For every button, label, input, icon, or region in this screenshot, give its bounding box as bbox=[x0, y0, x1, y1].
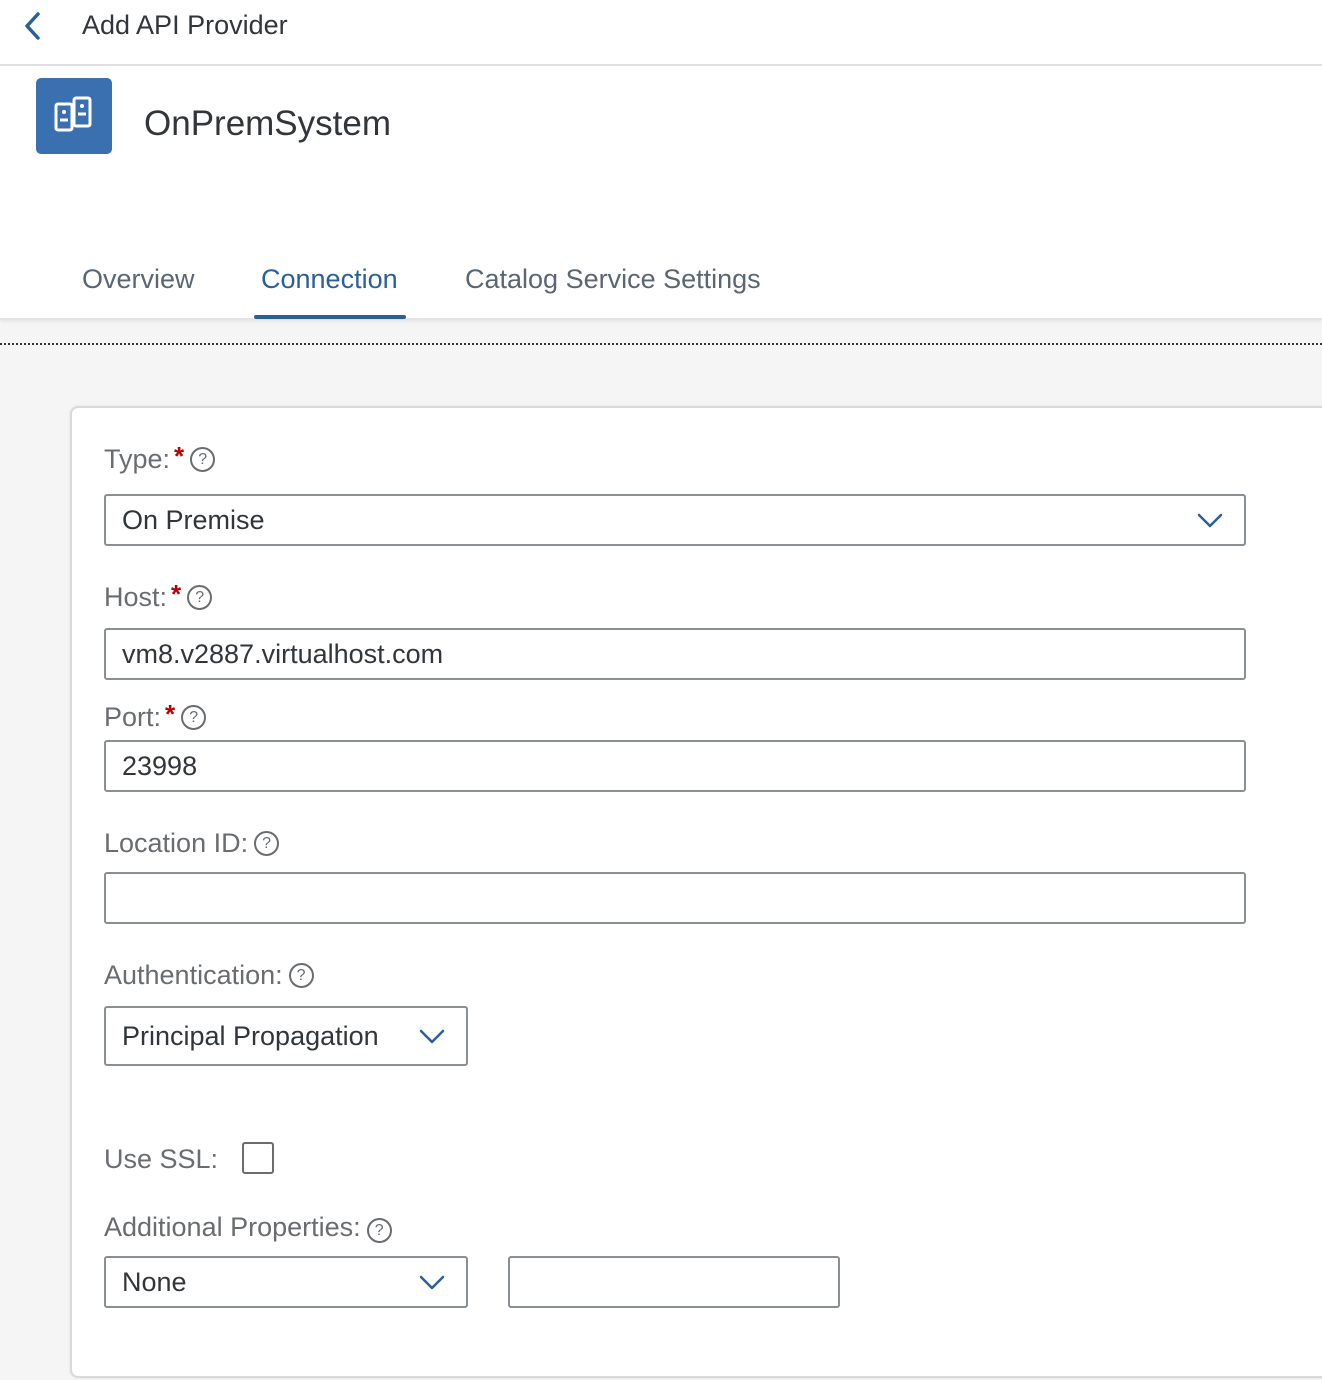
tab-connection[interactable]: Connection bbox=[261, 264, 398, 295]
tab-bar: Overview Connection Catalog Service Sett… bbox=[0, 250, 1322, 320]
authentication-label-text: Authentication: bbox=[104, 960, 283, 990]
chevron-left-icon bbox=[25, 12, 40, 40]
additional-properties-label: Additional Properties: ? bbox=[104, 1212, 392, 1243]
object-header: OnPremSystem Overview Connection Catalog… bbox=[0, 66, 1322, 320]
type-select-value: On Premise bbox=[122, 504, 265, 535]
authentication-label: Authentication: ? bbox=[104, 960, 314, 991]
type-label: Type: * ? bbox=[104, 441, 216, 475]
use-ssl-checkbox[interactable] bbox=[242, 1142, 274, 1174]
use-ssl-label: Use SSL: bbox=[104, 1144, 218, 1175]
port-label-text: Port: bbox=[104, 702, 162, 732]
help-icon[interactable]: ? bbox=[187, 585, 213, 610]
additional-properties-select-value: None bbox=[122, 1266, 187, 1297]
tab-catalog-service-settings[interactable]: Catalog Service Settings bbox=[465, 264, 761, 295]
active-tab-indicator bbox=[254, 315, 406, 319]
help-icon[interactable]: ? bbox=[288, 963, 314, 988]
help-icon[interactable]: ? bbox=[190, 447, 216, 472]
required-marker: * bbox=[174, 441, 185, 471]
type-select[interactable]: On Premise bbox=[104, 494, 1246, 546]
required-marker: * bbox=[165, 699, 176, 729]
help-icon[interactable]: ? bbox=[254, 831, 280, 856]
authentication-select-value: Principal Propagation bbox=[122, 1020, 379, 1051]
location-id-label-text: Location ID: bbox=[104, 828, 249, 858]
port-label: Port: * ? bbox=[104, 699, 207, 733]
host-input[interactable]: vm8.v2887.virtualhost.com bbox=[104, 628, 1246, 680]
help-icon[interactable]: ? bbox=[181, 705, 207, 730]
port-input-value: 23998 bbox=[122, 750, 198, 781]
top-bar: Add API Provider bbox=[0, 0, 1322, 66]
page-title: Add API Provider bbox=[82, 10, 288, 40]
section-divider bbox=[0, 343, 1322, 345]
location-id-input[interactable] bbox=[104, 872, 1246, 924]
additional-properties-value-input[interactable] bbox=[508, 1256, 840, 1308]
use-ssl-label-text: Use SSL: bbox=[104, 1144, 219, 1174]
port-input[interactable]: 23998 bbox=[104, 740, 1246, 792]
type-label-text: Type: bbox=[104, 444, 171, 474]
authentication-select[interactable]: Principal Propagation bbox=[104, 1006, 468, 1066]
object-title: OnPremSystem bbox=[144, 104, 391, 143]
host-label-text: Host: bbox=[104, 582, 168, 612]
chevron-down-icon bbox=[419, 1029, 445, 1044]
help-icon[interactable]: ? bbox=[366, 1218, 392, 1243]
location-id-label: Location ID: ? bbox=[104, 828, 280, 859]
object-avatar bbox=[36, 78, 112, 154]
chevron-down-icon bbox=[419, 1275, 445, 1290]
required-marker: * bbox=[171, 579, 182, 609]
additional-properties-select[interactable]: None bbox=[104, 1256, 468, 1308]
additional-properties-label-text: Additional Properties: bbox=[104, 1212, 361, 1242]
host-input-value: vm8.v2887.virtualhost.com bbox=[122, 638, 444, 669]
tab-overview[interactable]: Overview bbox=[82, 264, 195, 295]
chevron-down-icon bbox=[1197, 513, 1223, 528]
phone-device-icon bbox=[54, 96, 92, 132]
back-button[interactable] bbox=[18, 8, 52, 44]
host-label: Host: * ? bbox=[104, 579, 213, 613]
